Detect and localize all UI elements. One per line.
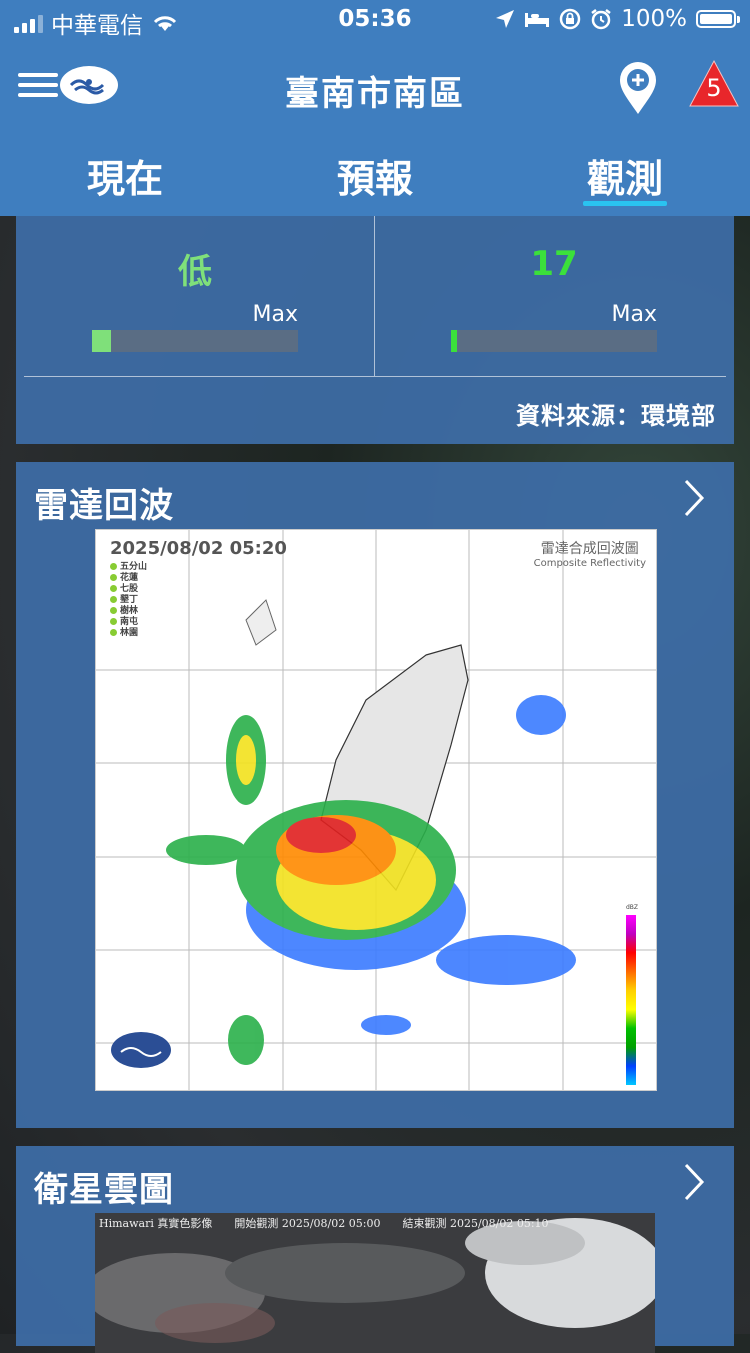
alarm-icon xyxy=(591,9,611,30)
station-item: 七股 xyxy=(110,584,147,595)
satellite-start-time: 開始觀測 2025/08/02 05:00 xyxy=(234,1217,381,1230)
station-item: 南屯 xyxy=(110,617,147,628)
chevron-right-icon[interactable] xyxy=(682,1162,706,1202)
station-item: 墾丁 xyxy=(110,595,147,606)
add-location-icon[interactable] xyxy=(617,60,659,116)
tab-bar: 現在 預報 觀測 xyxy=(0,132,750,216)
metric-right-value: 17 xyxy=(530,244,578,284)
battery-icon xyxy=(696,10,740,28)
radar-map xyxy=(96,530,656,1090)
radar-card-title: 雷達回波 xyxy=(34,486,174,526)
satellite-end-time: 結束觀測 2025/08/02 05:10 xyxy=(402,1217,549,1230)
satellite-caption: Himawari 真實色影像 開始觀測 2025/08/02 05:00 結束觀… xyxy=(99,1215,549,1231)
radar-image[interactable]: 2025/08/02 05:20 雷達合成回波圖 Composite Refle… xyxy=(95,529,657,1091)
metric-left-bar-fill xyxy=(92,330,111,352)
alert-button[interactable]: 5 xyxy=(688,58,740,110)
location-arrow-icon xyxy=(496,10,515,28)
chevron-right-icon[interactable] xyxy=(682,478,706,518)
radar-station-list: 五分山 花蓮 七股 墾丁 樹林 南屯 林園 xyxy=(110,562,147,639)
data-source: 資料來源：環境部 xyxy=(516,402,716,430)
alert-count: 5 xyxy=(706,74,722,102)
divider xyxy=(24,376,726,377)
dbz-color-scale xyxy=(626,915,636,1085)
radar-card[interactable]: 雷達回波 2025/08/02 05:20 雷達合成回波圖 Composite … xyxy=(16,462,734,1128)
satellite-card-title: 衛星雲圖 xyxy=(34,1170,174,1210)
satellite-image[interactable]: Himawari 真實色影像 開始觀測 2025/08/02 05:00 結束觀… xyxy=(95,1213,655,1353)
radar-title-zh: 雷達合成回波圖 xyxy=(540,541,639,557)
metric-right-bar-fill xyxy=(451,330,458,352)
radar-title-en: Composite Reflectivity xyxy=(533,558,646,569)
satellite-card[interactable]: 衛星雲圖 Himawari 真實色影像 開始觀測 2025/08/02 05:0… xyxy=(16,1146,734,1353)
battery-percent: 100% xyxy=(621,6,687,32)
metric-right-max-label: Max xyxy=(611,302,657,327)
satellite-map xyxy=(95,1213,655,1353)
status-bar: 中華電信 05:36 100% xyxy=(0,0,750,40)
tab-now[interactable]: 現在 xyxy=(0,132,250,216)
divider xyxy=(374,216,375,376)
tab-observation[interactable]: 觀測 xyxy=(500,132,750,216)
dbz-unit: dBZ xyxy=(626,904,639,911)
radar-timestamp: 2025/08/02 05:20 xyxy=(110,538,287,559)
metric-left-max-label: Max xyxy=(252,302,298,327)
radar-image-title: 雷達合成回波圖 Composite Reflectivity xyxy=(534,538,646,569)
station-item: 林園 xyxy=(110,628,147,639)
sleep-icon xyxy=(525,13,550,27)
metric-left: 低 Max xyxy=(16,216,374,376)
station-item: 樹林 xyxy=(110,606,147,617)
status-right: 100% xyxy=(495,6,740,32)
station-item: 花蓮 xyxy=(110,573,147,584)
metric-right: 17 Max xyxy=(375,216,733,376)
app-header: 臺南市南區 5 xyxy=(0,40,750,133)
metric-right-bar xyxy=(451,330,657,352)
orientation-lock-icon xyxy=(559,8,581,30)
station-item: 五分山 xyxy=(110,562,147,573)
tab-forecast[interactable]: 預報 xyxy=(250,132,500,216)
metric-left-value: 低 xyxy=(178,252,212,292)
metric-left-bar xyxy=(92,330,298,352)
air-quality-card: 低 Max 17 Max 資料來源：環境部 xyxy=(16,216,734,444)
satellite-source: Himawari 真實色影像 xyxy=(99,1217,213,1230)
